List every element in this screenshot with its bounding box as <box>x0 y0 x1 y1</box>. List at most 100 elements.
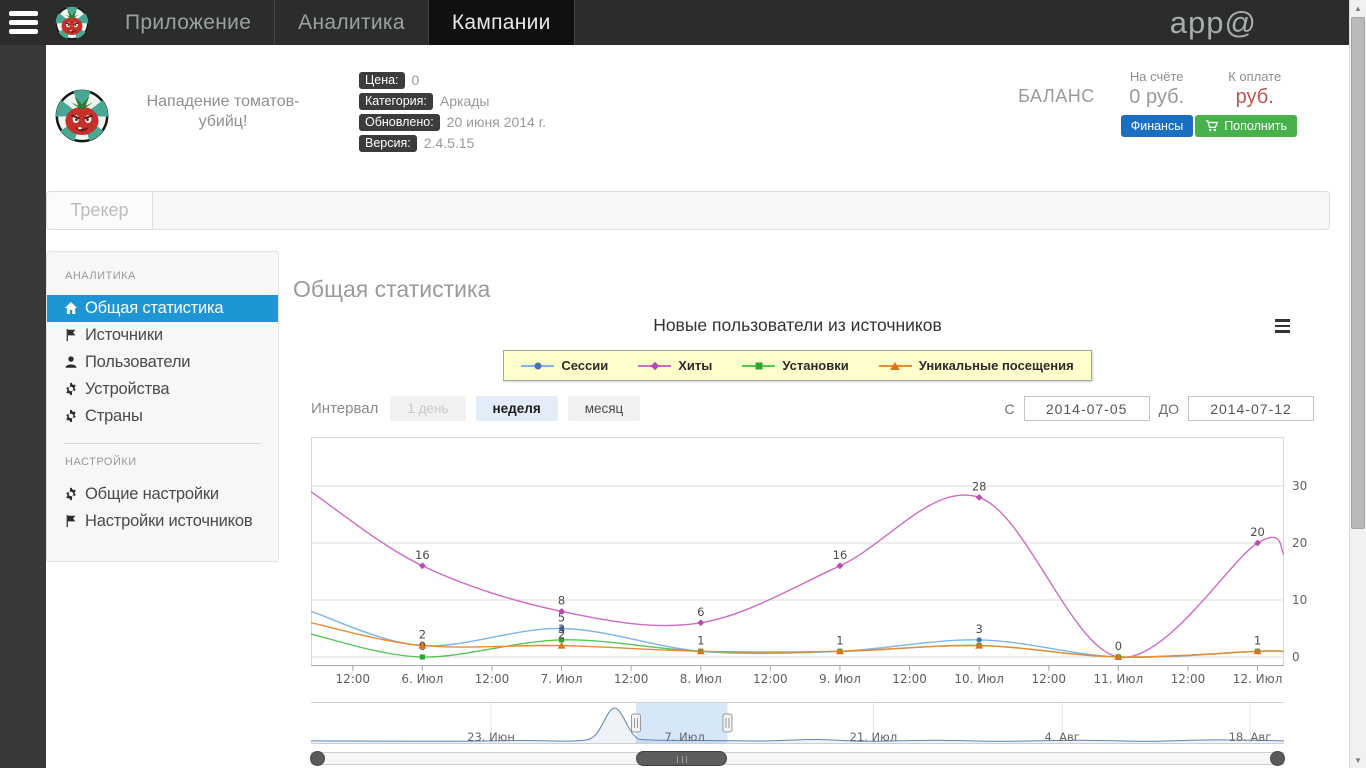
date-to-input[interactable] <box>1188 396 1314 421</box>
svg-text:0: 0 <box>1292 650 1300 664</box>
line-chart: 2531686162802003211112:006. Июл12:007. И… <box>311 435 1331 685</box>
flag-icon <box>64 514 79 529</box>
top-navbar: ПриложениеАналитикаКампании app@ <box>0 0 1366 45</box>
scroll-down-icon[interactable]: ▼ <box>1350 752 1366 768</box>
collapsed-sidebar-strip <box>0 45 46 768</box>
svg-text:9. Июл: 9. Июл <box>819 672 861 685</box>
svg-text:20: 20 <box>1250 525 1265 539</box>
svg-text:3: 3 <box>975 622 982 636</box>
meta-badge: Категория: <box>359 93 433 110</box>
due-value: руб. <box>1219 86 1291 109</box>
sidebar-item[interactable]: Общие настройки <box>47 481 278 508</box>
gear-icon <box>64 409 79 424</box>
svg-text:8. Июл: 8. Июл <box>680 672 722 685</box>
legend-item[interactable]: Установки <box>742 358 848 373</box>
scroll-right-button[interactable] <box>1270 751 1285 766</box>
interval-label: Интервал <box>311 400 378 417</box>
cart-icon <box>1205 119 1219 133</box>
sidebar-item[interactable]: Источники <box>47 322 278 349</box>
svg-text:7. Июл: 7. Июл <box>664 730 704 744</box>
sidebar-panel: АНАЛИТИКА Общая статистика Источники Пол… <box>46 251 279 562</box>
sidebar-item[interactable]: Страны <box>47 403 278 430</box>
nav-tabs: ПриложениеАналитикаКампании <box>102 0 575 45</box>
page-root: ПриложениеАналитикаКампании app@ <box>0 0 1366 768</box>
scroll-left-button[interactable] <box>310 751 325 766</box>
svg-text:12:00: 12:00 <box>1031 672 1066 685</box>
tracker-bar: Трекер <box>46 191 1330 230</box>
meta-row: Цена: 0 <box>359 71 546 89</box>
interval-button[interactable]: месяц <box>568 396 641 421</box>
tab-tracker[interactable]: Трекер <box>47 192 153 229</box>
svg-text:16: 16 <box>833 548 848 562</box>
chart-legend: Сессии Хиты Установки Уникальные посещ <box>503 350 1091 381</box>
menu-icon[interactable] <box>0 0 46 45</box>
nav-tab[interactable]: Аналитика <box>275 0 429 45</box>
main-panel: Общая статистика Новые пользователи из и… <box>292 251 1330 766</box>
balance-block: БАЛАНС На счёте 0 руб. К оплате руб. Ф <box>1018 69 1297 185</box>
page-title: Общая статистика <box>293 276 1330 303</box>
meta-row: Обновлено: 20 июня 2014 г. <box>359 113 546 131</box>
svg-text:12:00: 12:00 <box>1171 672 1206 685</box>
date-from-input[interactable] <box>1024 396 1150 421</box>
interval-button[interactable]: 1 день <box>390 396 465 421</box>
app-icon <box>55 89 109 143</box>
topup-button[interactable]: Пополнить <box>1195 115 1297 137</box>
chart-controls: Интервал 1 день неделя месяц С ДО <box>311 396 1314 421</box>
svg-text:12:00: 12:00 <box>475 672 510 685</box>
interval-buttons: 1 день неделя месяц <box>390 396 640 421</box>
svg-text:0: 0 <box>1115 639 1122 653</box>
chart-navigator[interactable]: 23. Июн7. Июл21. Июл4. Авг18. Авг <box>311 702 1331 750</box>
svg-text:7. Июл: 7. Июл <box>541 672 583 685</box>
navigator-handle[interactable] <box>631 714 640 732</box>
sidebar-settings-items: Общие настройки Настройки источников <box>47 481 278 535</box>
svg-text:10. Июл: 10. Июл <box>954 672 1004 685</box>
svg-text:8: 8 <box>558 593 565 607</box>
date-from-label: С <box>1005 401 1015 417</box>
legend-item[interactable]: Хиты <box>638 358 712 373</box>
sidebar-item[interactable]: Устройства <box>47 376 278 403</box>
date-to-label: ДО <box>1159 401 1179 417</box>
app-meta: Цена: 0 Категория: Аркады Обновлено: 20 … <box>359 71 546 185</box>
sidebar-item[interactable]: Общая статистика <box>47 295 278 322</box>
due-label: К оплате <box>1219 69 1291 84</box>
svg-text:23. Июн: 23. Июн <box>467 730 515 744</box>
legend-item[interactable]: Уникальные посещения <box>879 358 1074 373</box>
meta-value: 20 июня 2014 г. <box>447 114 546 130</box>
app-header: Нападение томатов-убийц! Цена: 0 Категор… <box>46 45 1349 185</box>
chart-menu-icon[interactable] <box>1272 316 1293 336</box>
interval-button[interactable]: неделя <box>476 396 558 421</box>
meta-value: 2.4.5.15 <box>424 135 475 151</box>
user-icon <box>64 355 79 370</box>
finance-button[interactable]: Финансы <box>1121 115 1193 137</box>
scrollbar-track[interactable] <box>311 752 1284 765</box>
gear-icon <box>64 382 79 397</box>
svg-text:12:00: 12:00 <box>335 672 370 685</box>
svg-text:2: 2 <box>558 628 565 642</box>
legend-marker <box>879 361 912 370</box>
app-logo-icon[interactable] <box>46 0 98 45</box>
scroll-up-icon[interactable]: ▲ <box>1350 0 1366 16</box>
meta-value: Аркады <box>440 93 490 109</box>
svg-text:1: 1 <box>697 633 704 647</box>
svg-text:1: 1 <box>1254 633 1261 647</box>
sidebar-item[interactable]: Пользователи <box>47 349 278 376</box>
sidebar-item[interactable]: Настройки источников <box>47 508 278 535</box>
svg-text:20: 20 <box>1292 536 1307 550</box>
scrollbar-thumb[interactable] <box>636 751 727 766</box>
page-scrollbar-thumb[interactable] <box>1351 17 1365 529</box>
balance-title: БАЛАНС <box>1018 86 1095 185</box>
nav-tab[interactable]: Приложение <box>102 0 275 45</box>
legend-item[interactable]: Сессии <box>521 358 608 373</box>
svg-text:12:00: 12:00 <box>614 672 649 685</box>
chart-card: Новые пользователи из источников Сессии <box>311 315 1331 766</box>
svg-text:18. Авг: 18. Авг <box>1229 730 1272 744</box>
app-title: Нападение томатов-убийц! <box>123 92 323 185</box>
navigator-handle[interactable] <box>723 714 732 732</box>
svg-text:6: 6 <box>697 605 704 619</box>
main-content: Нападение томатов-убийц! Цена: 0 Категор… <box>46 45 1349 768</box>
nav-tab[interactable]: Кампании <box>429 0 575 45</box>
svg-text:21. Июл: 21. Июл <box>850 730 898 744</box>
brand-logo: app@ <box>1170 5 1257 41</box>
svg-text:28: 28 <box>972 479 987 493</box>
legend-marker <box>742 361 775 370</box>
